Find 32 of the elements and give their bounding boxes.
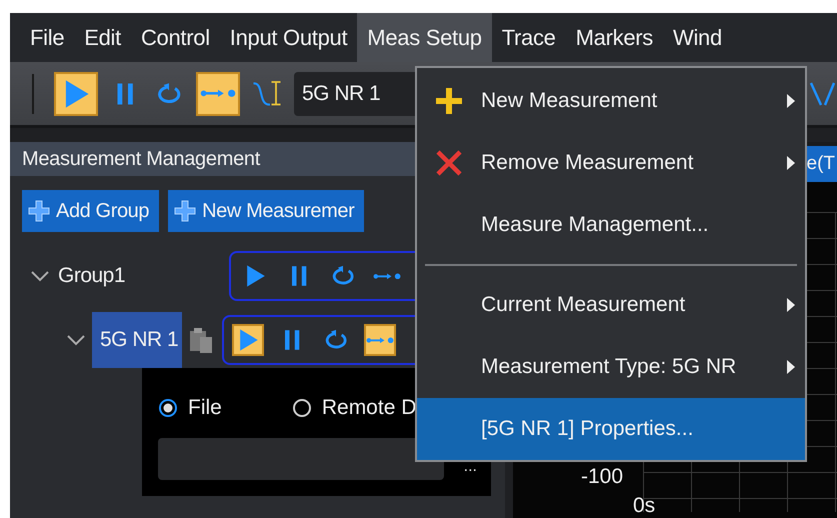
add-button[interactable]: New Measuremer (168, 190, 364, 232)
plus-icon (174, 200, 196, 222)
menu-item[interactable]: Edit (74, 13, 131, 62)
submenu-arrow-icon (785, 92, 797, 110)
tree-label[interactable]: Group1 (58, 264, 126, 288)
menu-item[interactable]: Meas Setup (357, 13, 492, 62)
submenu-arrow-icon (785, 358, 797, 376)
plus-icon (434, 86, 464, 116)
plus-icon (28, 200, 50, 222)
menu-item[interactable]: [5G NR 1] Properties... (417, 398, 805, 460)
menu-item[interactable]: Input Output (220, 13, 358, 62)
arrow-icon (366, 336, 394, 344)
menu-item[interactable]: Control (130, 13, 220, 62)
axis-label: 0s (633, 494, 656, 518)
panel-title: e(T (806, 153, 836, 175)
submenu-arrow-icon (785, 154, 797, 172)
browse-button[interactable]: ... (464, 458, 477, 480)
add-button[interactable]: Add Group (22, 190, 160, 232)
menu-item[interactable]: Measure Management... (417, 194, 805, 256)
axis-label: -100 (581, 465, 624, 489)
menu-item[interactable]: Markers (566, 13, 663, 62)
path-field[interactable] (158, 438, 444, 480)
submenu-arrow-icon (785, 296, 797, 314)
tree-label[interactable]: 5G NR 1 (92, 312, 182, 368)
arrow-icon (200, 89, 236, 98)
menu-item[interactable]: Trace (492, 13, 566, 62)
menu-item[interactable]: File (20, 13, 74, 62)
radio-button[interactable]: File (158, 396, 222, 420)
radio-button[interactable]: Remote D (292, 396, 416, 420)
close-icon (434, 148, 464, 178)
menu-item[interactable]: Wind (662, 13, 732, 62)
arrow-icon (373, 272, 402, 280)
